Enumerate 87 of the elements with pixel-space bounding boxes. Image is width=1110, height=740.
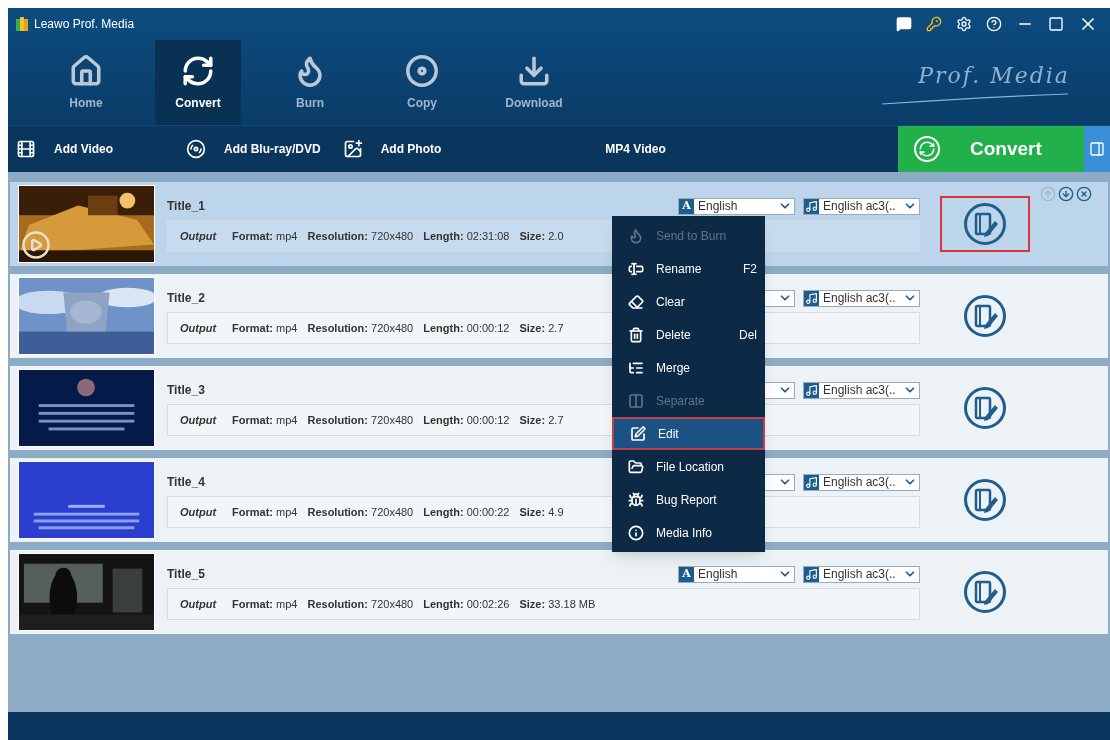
rename-icon bbox=[628, 260, 644, 277]
toolbar-button[interactable]: Add Video bbox=[8, 139, 178, 159]
refresh-icon bbox=[914, 136, 940, 162]
chat-icon[interactable] bbox=[896, 16, 912, 32]
video-row[interactable]: Title_5 A English English ac3(.. Output Format: mp4 Resolution: 720x480 Length: 00:02:26 Size: 33.18 MB bbox=[10, 550, 1108, 634]
house-icon bbox=[69, 53, 103, 88]
music-note-icon bbox=[804, 198, 819, 214]
nav-tab[interactable]: Convert bbox=[155, 40, 241, 125]
size-text: Size: 4.9 bbox=[519, 504, 564, 520]
film-edit-icon bbox=[963, 478, 1007, 522]
music-note-icon bbox=[804, 290, 819, 306]
maximize-icon[interactable] bbox=[1048, 16, 1064, 32]
nav-tab[interactable]: Download bbox=[491, 40, 577, 125]
format-text: Format: mp4 bbox=[232, 320, 298, 336]
length-text: Length: 02:31:08 bbox=[423, 228, 510, 244]
format-text: Format: mp4 bbox=[232, 596, 298, 612]
help-icon[interactable] bbox=[986, 16, 1002, 32]
letter-a-icon: A bbox=[679, 566, 694, 582]
video-title: Title_5 bbox=[167, 566, 205, 583]
window-title: Leawo Prof. Media bbox=[34, 16, 135, 33]
format-text: Format: mp4 bbox=[232, 412, 298, 428]
format-text: Format: mp4 bbox=[232, 228, 298, 244]
video-title: Title_3 bbox=[167, 382, 205, 399]
nav-tab[interactable]: Home bbox=[43, 40, 129, 125]
length-text: Length: 00:00:12 bbox=[423, 412, 510, 428]
remove-icon[interactable] bbox=[1076, 186, 1092, 202]
panel-icon bbox=[1089, 141, 1105, 157]
music-note-icon bbox=[804, 474, 819, 490]
film-add-icon bbox=[16, 139, 36, 159]
menu-item[interactable]: Delete Del bbox=[612, 318, 765, 351]
resolution-text: Resolution: 720x480 bbox=[307, 412, 414, 428]
audio-dropdown[interactable]: A English bbox=[678, 197, 795, 215]
music-note-icon bbox=[804, 566, 819, 582]
video-title: Title_1 bbox=[167, 198, 205, 215]
toolbar-button[interactable]: Add Blu-ray/DVD bbox=[178, 139, 335, 159]
info-icon bbox=[628, 524, 644, 541]
music-note-icon bbox=[804, 382, 819, 398]
size-text: Size: 2.7 bbox=[519, 412, 564, 428]
length-text: Length: 00:00:12 bbox=[423, 320, 510, 336]
move-down-icon[interactable] bbox=[1058, 186, 1074, 202]
eraser-icon bbox=[628, 293, 644, 310]
folder-icon bbox=[628, 458, 644, 475]
trash-icon bbox=[628, 326, 644, 343]
film-edit-icon bbox=[963, 294, 1007, 338]
flame-icon bbox=[628, 227, 644, 244]
edit-button[interactable] bbox=[940, 196, 1030, 252]
video-title: Title_4 bbox=[167, 474, 205, 491]
output-label: Output bbox=[180, 320, 217, 336]
output-label: Output bbox=[180, 504, 217, 520]
audio-dropdown[interactable]: A English bbox=[678, 565, 795, 583]
image-add-icon bbox=[342, 139, 363, 159]
resolution-text: Resolution: 720x480 bbox=[307, 228, 414, 244]
resolution-text: Resolution: 720x480 bbox=[307, 596, 414, 612]
subtitle-dropdown[interactable]: English ac3(.. bbox=[803, 473, 920, 491]
film-edit-icon bbox=[963, 202, 1007, 246]
film-edit-icon bbox=[963, 570, 1007, 614]
resolution-text: Resolution: 720x480 bbox=[307, 504, 414, 520]
layout-toggle[interactable] bbox=[1084, 126, 1110, 172]
subtitle-dropdown[interactable]: English ac3(.. bbox=[803, 289, 920, 307]
nav-tab[interactable]: Copy bbox=[379, 40, 465, 125]
output-label: Output bbox=[180, 596, 217, 612]
output-label: Output bbox=[180, 228, 217, 244]
key-icon[interactable] bbox=[926, 16, 942, 32]
letter-a-icon: A bbox=[679, 198, 694, 214]
output-label: Output bbox=[180, 412, 217, 428]
film-edit-icon bbox=[963, 386, 1007, 430]
size-text: Size: 33.18 MB bbox=[519, 596, 596, 612]
format-text: Format: mp4 bbox=[232, 504, 298, 520]
profile-label[interactable]: MP4 Video bbox=[605, 140, 666, 158]
brand-logo-text: Prof. Media bbox=[918, 62, 1070, 90]
nav-tab[interactable]: Burn bbox=[267, 40, 353, 125]
size-text: Size: 2.0 bbox=[519, 228, 564, 244]
toolbar-button[interactable]: Add Photo bbox=[334, 139, 456, 159]
length-text: Length: 00:02:26 bbox=[423, 596, 510, 612]
subtitle-dropdown[interactable]: English ac3(.. bbox=[803, 381, 920, 399]
logo-icon bbox=[14, 16, 30, 32]
subtitle-dropdown[interactable]: English ac3(.. bbox=[803, 197, 920, 215]
disc-icon bbox=[405, 53, 439, 88]
size-text: Size: 2.7 bbox=[519, 320, 564, 336]
disc-add-icon bbox=[186, 139, 206, 159]
video-title: Title_2 bbox=[167, 290, 205, 307]
subtitle-dropdown[interactable]: English ac3(.. bbox=[803, 565, 920, 583]
menu-item[interactable]: Clear bbox=[612, 285, 765, 318]
length-text: Length: 00:00:22 bbox=[423, 504, 510, 520]
settings-icon[interactable] bbox=[956, 16, 972, 32]
play-icon[interactable] bbox=[21, 230, 51, 260]
resolution-text: Resolution: 720x480 bbox=[307, 320, 414, 336]
